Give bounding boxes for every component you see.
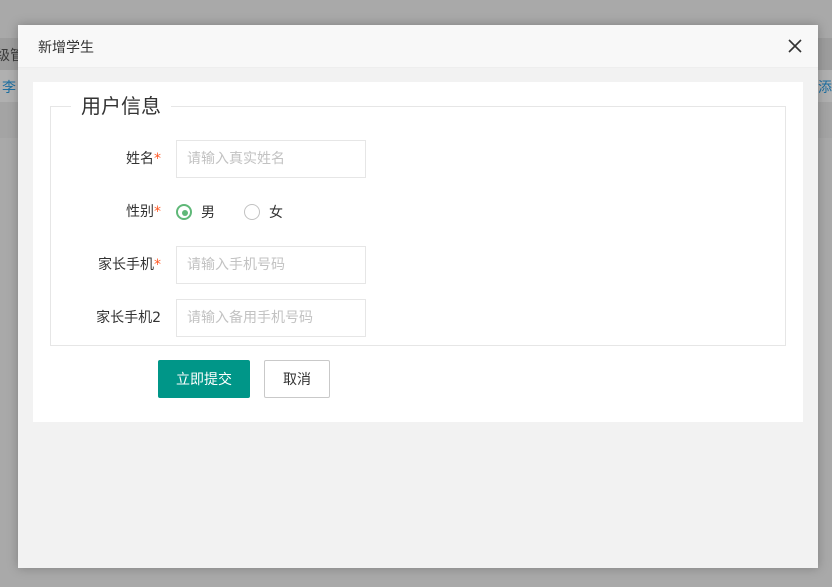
- gender-radio-female[interactable]: 女: [244, 202, 283, 222]
- background-add-link: 添加: [818, 80, 832, 96]
- form-row-gender: 性别* 男 女: [51, 193, 785, 231]
- modal-title: 新增学生: [38, 40, 94, 56]
- name-input[interactable]: [176, 140, 366, 178]
- gender-radio-male[interactable]: 男: [176, 202, 215, 222]
- parent-phone2-label: 家长手机2: [96, 310, 161, 326]
- parent-phone-input[interactable]: [176, 246, 366, 284]
- modal-header: 新增学生: [18, 25, 818, 68]
- add-student-modal: 新增学生 用户信息 姓名* 性别* 男: [18, 25, 818, 568]
- form-row-parent-phone2: 家长手机2: [51, 299, 785, 337]
- gender-option-label: 男: [201, 205, 215, 221]
- parent-phone-label-text: 家长手机: [98, 257, 154, 273]
- gender-label: 性别*: [51, 193, 161, 231]
- gender-option-label: 女: [269, 205, 283, 221]
- close-icon[interactable]: [786, 37, 804, 55]
- gender-label-text: 性别: [126, 204, 154, 220]
- parent-phone-label: 家长手机*: [51, 246, 161, 284]
- required-mark: *: [154, 151, 161, 167]
- fieldset-legend: 用户信息: [81, 94, 161, 118]
- form-card: 用户信息 姓名* 性别* 男 女 家长手机*: [33, 82, 803, 422]
- required-mark: *: [154, 204, 161, 220]
- parent-phone2-input[interactable]: [176, 299, 366, 337]
- required-mark: *: [154, 257, 161, 273]
- background-row-link: 李: [2, 80, 16, 96]
- form-row-parent-phone: 家长手机*: [51, 246, 785, 284]
- cancel-button[interactable]: 取消: [264, 360, 330, 398]
- name-label-text: 姓名: [126, 151, 154, 167]
- form-row-name: 姓名*: [51, 140, 785, 178]
- radio-checked-icon: [176, 204, 192, 220]
- user-info-fieldset: 用户信息 姓名* 性别* 男 女 家长手机*: [50, 94, 786, 346]
- radio-unchecked-icon: [244, 204, 260, 220]
- name-label: 姓名*: [51, 140, 161, 178]
- submit-button[interactable]: 立即提交: [158, 360, 250, 398]
